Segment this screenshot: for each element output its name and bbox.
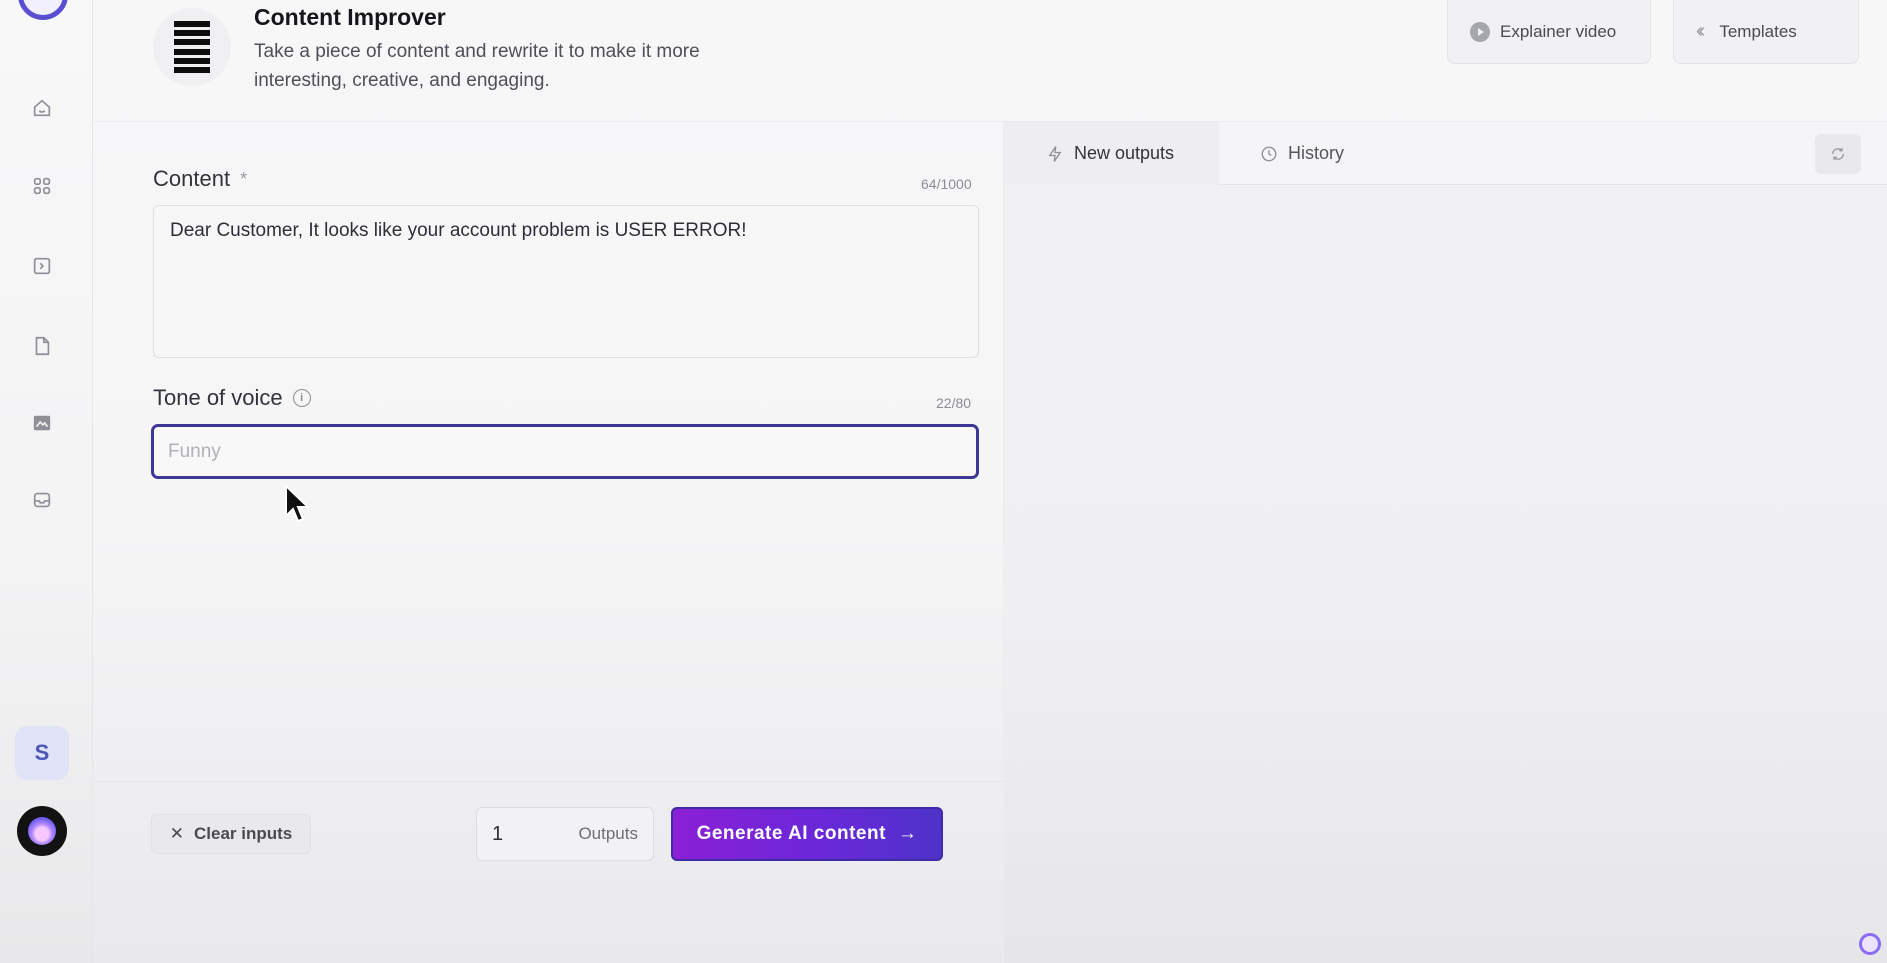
input-form: Content * 64/1000 Dear Customer, It look… xyxy=(93,122,1004,963)
document-icon[interactable] xyxy=(30,334,54,358)
outputs-panel: New outputs History xyxy=(1004,122,1887,963)
info-icon[interactable]: i xyxy=(292,389,311,407)
page-description: Take a piece of content and rewrite it t… xyxy=(254,41,700,91)
user-avatar[interactable]: S xyxy=(15,726,69,780)
sidebar: S xyxy=(0,0,93,963)
explainer-video-button[interactable]: Explainer video xyxy=(1447,0,1651,64)
clock-icon xyxy=(1261,146,1277,161)
home-icon[interactable] xyxy=(30,96,54,120)
outputs-tabs: New outputs History xyxy=(1004,122,1887,185)
templates-button[interactable]: ‹‹ Templates xyxy=(1673,0,1859,64)
outputs-count-input[interactable]: 1 Outputs xyxy=(476,807,654,861)
mouse-cursor-icon xyxy=(285,484,311,523)
grid-icon[interactable] xyxy=(30,174,54,198)
content-textarea[interactable]: Dear Customer, It looks like your accoun… xyxy=(153,205,979,358)
page-title: Content Improver xyxy=(254,4,446,30)
tab-new-outputs-label: New outputs xyxy=(1074,143,1175,163)
lightning-icon xyxy=(1048,145,1062,162)
generate-ai-content-button[interactable]: Generate AI content → xyxy=(671,807,943,861)
jasper-avatar[interactable] xyxy=(17,806,67,856)
generate-label: Generate AI content xyxy=(696,823,886,844)
app-logo[interactable] xyxy=(18,0,68,20)
arrow-right-icon: → xyxy=(897,823,918,844)
inbox-icon[interactable] xyxy=(30,488,54,512)
clear-inputs-label: Clear inputs xyxy=(194,824,293,843)
play-icon xyxy=(1470,21,1490,42)
outputs-label: Outputs xyxy=(578,824,638,843)
tab-history[interactable]: History xyxy=(1260,122,1344,185)
templates-label: Templates xyxy=(1719,21,1797,41)
tone-of-voice-input[interactable] xyxy=(151,424,979,479)
tone-field-label: Tone of voice i xyxy=(153,385,311,411)
tab-new-outputs[interactable]: New outputs xyxy=(1004,122,1219,185)
content-field-label: Content * xyxy=(153,166,247,192)
refresh-button[interactable] xyxy=(1815,134,1861,174)
double-chevron-left-icon: ‹‹ xyxy=(1696,20,1706,42)
content-improver-icon xyxy=(153,8,231,86)
refresh-icon xyxy=(1832,148,1844,160)
image-icon[interactable] xyxy=(30,411,54,435)
terminal-icon[interactable] xyxy=(30,254,54,278)
content-counter: 64/1000 xyxy=(921,176,972,192)
app-root: S Content Improver Take a piece of conte… xyxy=(0,0,1887,963)
form-footer-divider xyxy=(93,781,1004,782)
clear-inputs-button[interactable]: ✕ Clear inputs xyxy=(151,814,311,854)
required-mark: * xyxy=(240,168,248,189)
assistant-logo-icon[interactable] xyxy=(1859,933,1881,955)
close-icon: ✕ xyxy=(169,824,184,843)
tab-history-label: History xyxy=(1288,143,1345,163)
page-header: Content Improver Take a piece of content… xyxy=(93,0,1887,122)
tone-counter: 22/80 xyxy=(936,395,972,411)
content-label: Content xyxy=(153,166,231,191)
tone-label: Tone of voice xyxy=(153,385,283,410)
outputs-count: 1 xyxy=(492,822,504,845)
explainer-video-label: Explainer video xyxy=(1500,21,1617,41)
